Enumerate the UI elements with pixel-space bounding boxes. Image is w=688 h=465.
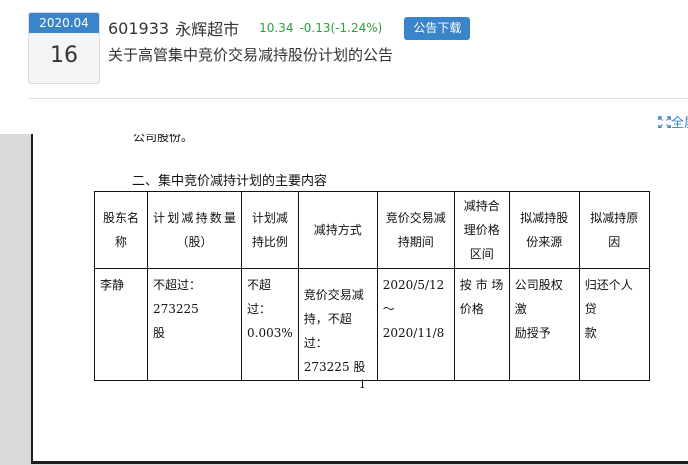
header-cell: 拟减持股 份来源 <box>508 191 580 269</box>
header-cell: 竞价交易减 持期间 <box>376 191 455 269</box>
table-cell: 不超过： 0.003% <box>241 268 299 381</box>
table-header-row: 股东名 称 计划减持数量 （股） 计划减 持比例 减持方式 竞价交易减 持期间 <box>94 191 650 269</box>
date-badge: 2020.04 16 <box>28 12 100 84</box>
announcement-title: 关于高管集中竞价交易减持股份计划的公告 <box>108 46 394 64</box>
fullscreen-label: 全屏 <box>671 116 688 128</box>
date-month: 2020.04 <box>29 13 99 33</box>
reduction-plan-table: 股东名 称 计划减持数量 （股） 计划减 持比例 减持方式 竞价交易减 持期间 <box>94 191 650 381</box>
table-cell: 公司股权激 励授予 <box>508 268 580 381</box>
text-fragment: 公司股份。 <box>133 134 194 144</box>
table-cell: 竞价交易减 持，不超过： 273225 股 <box>297 268 378 381</box>
date-day: 16 <box>50 43 78 68</box>
section-heading: 二、集中竞价减持计划的主要内容 <box>132 174 328 189</box>
header-cell: 股东名 称 <box>94 191 148 269</box>
table-cell: 按 市 场 价格 <box>453 268 510 381</box>
download-button[interactable]: 公告下载 <box>404 16 471 40</box>
page-number: 1 <box>359 378 366 391</box>
header-cell: 计划减 持比例 <box>241 191 299 269</box>
document-page: 公司股份。 二、集中竞价减持计划的主要内容 股东名 称 计划减持数量 （股） 计… <box>31 134 688 464</box>
stock-change: -0.13(-1.24%) <box>299 21 383 35</box>
table-cell: 归还个人贷 款 <box>578 268 650 381</box>
table-cell: 2020/5/12～ 2020/11/8 <box>376 268 455 381</box>
stock-info-line: 601933 永辉超市 10.34 -0.13(-1.24%) 公告下载 <box>108 16 471 40</box>
table-cell: 李静 <box>94 268 148 381</box>
header-divider <box>28 98 688 99</box>
table-row: 李静 不超过：273225 股 不超过： 0.003% 竞价交易减 持，不超过：… <box>94 268 650 381</box>
header-cell: 计划减持数量 （股） <box>147 191 242 269</box>
table-cell: 不超过：273225 股 <box>147 268 242 381</box>
fullscreen-icon <box>658 116 671 128</box>
pdf-viewer[interactable]: 公司股份。 二、集中竞价减持计划的主要内容 股东名 称 计划减持数量 （股） 计… <box>0 134 688 465</box>
stock-name[interactable]: 永辉超市 <box>175 16 239 40</box>
header-cell: 拟减持原 因 <box>578 191 650 269</box>
header-cell: 减持方式 <box>297 191 378 269</box>
header-cell: 减持合 理价格 区间 <box>453 191 510 269</box>
stock-price: 10.34 <box>259 21 294 35</box>
fullscreen-button[interactable]: 全屏 <box>658 112 688 128</box>
stock-code[interactable]: 601933 <box>108 19 169 38</box>
